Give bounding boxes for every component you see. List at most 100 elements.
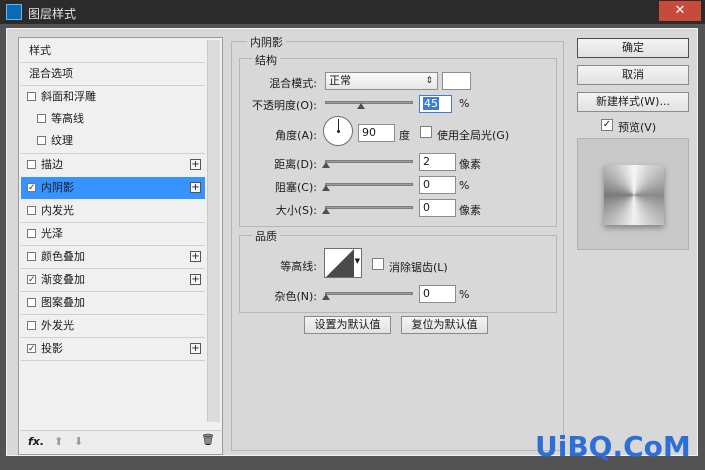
chevron-down-icon: ▼ (354, 257, 360, 265)
title-bar: 图层样式 ✕ (0, 0, 705, 24)
choke-unit: % (459, 179, 470, 192)
style-item-bevel-emboss[interactable]: 斜面和浮雕 (21, 86, 205, 108)
choke-slider-thumb[interactable] (322, 185, 330, 191)
distance-slider-thumb[interactable] (322, 162, 330, 168)
styles-list-footer: fx. ⬆ ⬇ 🗑 (20, 430, 221, 453)
size-slider[interactable] (325, 206, 413, 209)
add-color-overlay-plus-icon[interactable]: + (190, 251, 201, 262)
cancel-button[interactable]: 取消 (577, 65, 689, 85)
style-item-label: 混合选项 (29, 67, 73, 80)
style-item-outer-glow[interactable]: 外发光 (21, 315, 205, 337)
style-item-stroke[interactable]: 描边 + (21, 154, 205, 176)
angle-label: 角度(A): (275, 129, 317, 142)
choke-input[interactable]: 0 (419, 176, 456, 194)
stroke-checkbox[interactable] (27, 160, 36, 169)
distance-input[interactable]: 2 (419, 153, 456, 171)
bevel-emboss-checkbox[interactable] (27, 92, 36, 101)
style-item-label: 纹理 (51, 134, 73, 147)
section-title: 内阴影 (247, 34, 286, 50)
inner-shadow-checkbox[interactable]: ✓ (27, 183, 36, 193)
style-item-label: 颜色叠加 (41, 250, 85, 263)
style-item-gradient-overlay[interactable]: ✓ 渐变叠加 + (21, 269, 205, 291)
distance-slider[interactable] (325, 160, 413, 163)
antialias-label: 消除锯齿(L) (389, 261, 448, 274)
distance-unit: 像素 (459, 158, 481, 171)
outer-glow-checkbox[interactable] (27, 321, 36, 330)
shadow-color-swatch[interactable] (442, 72, 471, 90)
angle-dial[interactable] (323, 116, 353, 146)
contour-picker[interactable]: ▼ (324, 248, 362, 278)
move-down-icon[interactable]: ⬇ (74, 435, 83, 448)
opacity-input[interactable]: 45 (419, 95, 452, 113)
angle-input[interactable]: 90 (358, 124, 395, 142)
style-item-inner-shadow[interactable]: ✓ 内阴影 + (21, 177, 205, 199)
noise-slider[interactable] (325, 292, 413, 295)
select-arrows-icon: ⇕ (425, 76, 433, 86)
global-light-checkbox[interactable] (420, 126, 432, 138)
noise-unit: % (459, 288, 470, 301)
style-item-texture[interactable]: 纹理 (21, 130, 205, 152)
window-title: 图层样式 (28, 7, 77, 21)
drop-shadow-checkbox[interactable]: ✓ (27, 344, 36, 354)
style-item-color-overlay[interactable]: 颜色叠加 + (21, 246, 205, 268)
styles-list-panel: 样式 混合选项 斜面和浮雕 等高线 纹理 描边 + ✓ 内阴影 + 内发光 光泽… (18, 37, 223, 455)
style-item-label: 投影 (41, 342, 63, 355)
move-up-icon[interactable]: ⬆ (54, 435, 63, 448)
add-drop-shadow-plus-icon[interactable]: + (190, 343, 201, 354)
size-input[interactable]: 0 (419, 199, 456, 217)
add-inner-shadow-plus-icon[interactable]: + (190, 182, 201, 193)
antialias-checkbox[interactable] (372, 258, 384, 270)
noise-label: 杂色(N): (274, 290, 317, 303)
contour-linear-icon (326, 249, 354, 277)
preview-swatch (604, 165, 664, 225)
gradient-overlay-checkbox[interactable]: ✓ (27, 275, 36, 285)
angle-dial-center (337, 130, 340, 133)
layer-style-dialog: 样式 混合选项 斜面和浮雕 等高线 纹理 描边 + ✓ 内阴影 + 内发光 光泽… (6, 28, 698, 456)
style-item-label: 斜面和浮雕 (41, 90, 96, 103)
style-item-satin[interactable]: 光泽 (21, 223, 205, 245)
ok-button[interactable]: 确定 (577, 38, 689, 58)
reset-default-button[interactable]: 复位为默认值 (401, 316, 488, 334)
new-style-button[interactable]: 新建样式(W)... (577, 92, 689, 112)
blend-mode-value: 正常 (329, 74, 351, 87)
inner-glow-checkbox[interactable] (27, 206, 36, 215)
opacity-value: 45 (423, 97, 439, 110)
styles-list-scrollbar[interactable] (207, 40, 220, 422)
style-item-drop-shadow[interactable]: ✓ 投影 + (21, 338, 205, 360)
watermark-text: UiBQ.CoM (535, 430, 691, 463)
close-button[interactable]: ✕ (659, 1, 701, 21)
trash-icon[interactable]: 🗑 (201, 433, 215, 446)
add-stroke-plus-icon[interactable]: + (190, 159, 201, 170)
blend-mode-label: 混合模式: (269, 77, 317, 90)
noise-slider-thumb[interactable] (322, 294, 330, 300)
pattern-overlay-checkbox[interactable] (27, 298, 36, 307)
texture-checkbox[interactable] (37, 136, 46, 145)
noise-input[interactable]: 0 (419, 285, 456, 303)
style-item-label: 等高线 (51, 112, 84, 125)
distance-label: 距离(D): (274, 158, 317, 171)
angle-unit: 度 (399, 129, 410, 142)
style-item-pattern-overlay[interactable]: 图案叠加 (21, 292, 205, 314)
photoshop-app-icon (6, 4, 22, 20)
style-item-styles[interactable]: 样式 (21, 40, 205, 62)
make-default-button[interactable]: 设置为默认值 (304, 316, 391, 334)
color-overlay-checkbox[interactable] (27, 252, 36, 261)
opacity-slider-thumb[interactable] (357, 103, 365, 109)
satin-checkbox[interactable] (27, 229, 36, 238)
divider (21, 360, 205, 361)
choke-slider[interactable] (325, 183, 413, 186)
style-item-label: 内阴影 (41, 181, 74, 194)
blend-mode-select[interactable]: 正常 ⇕ (325, 72, 438, 90)
opacity-slider[interactable] (325, 101, 413, 104)
size-slider-thumb[interactable] (322, 208, 330, 214)
style-item-contour[interactable]: 等高线 (21, 108, 205, 130)
style-item-inner-glow[interactable]: 内发光 (21, 200, 205, 222)
fx-icon[interactable]: fx. (28, 435, 44, 448)
contour-checkbox[interactable] (37, 114, 46, 123)
add-gradient-overlay-plus-icon[interactable]: + (190, 274, 201, 285)
style-item-blending-options[interactable]: 混合选项 (21, 63, 205, 85)
preview-checkbox[interactable]: ✓ (601, 119, 613, 131)
contour-label: 等高线: (280, 260, 317, 273)
style-item-label: 图案叠加 (41, 296, 85, 309)
structure-title: 结构 (252, 52, 280, 68)
